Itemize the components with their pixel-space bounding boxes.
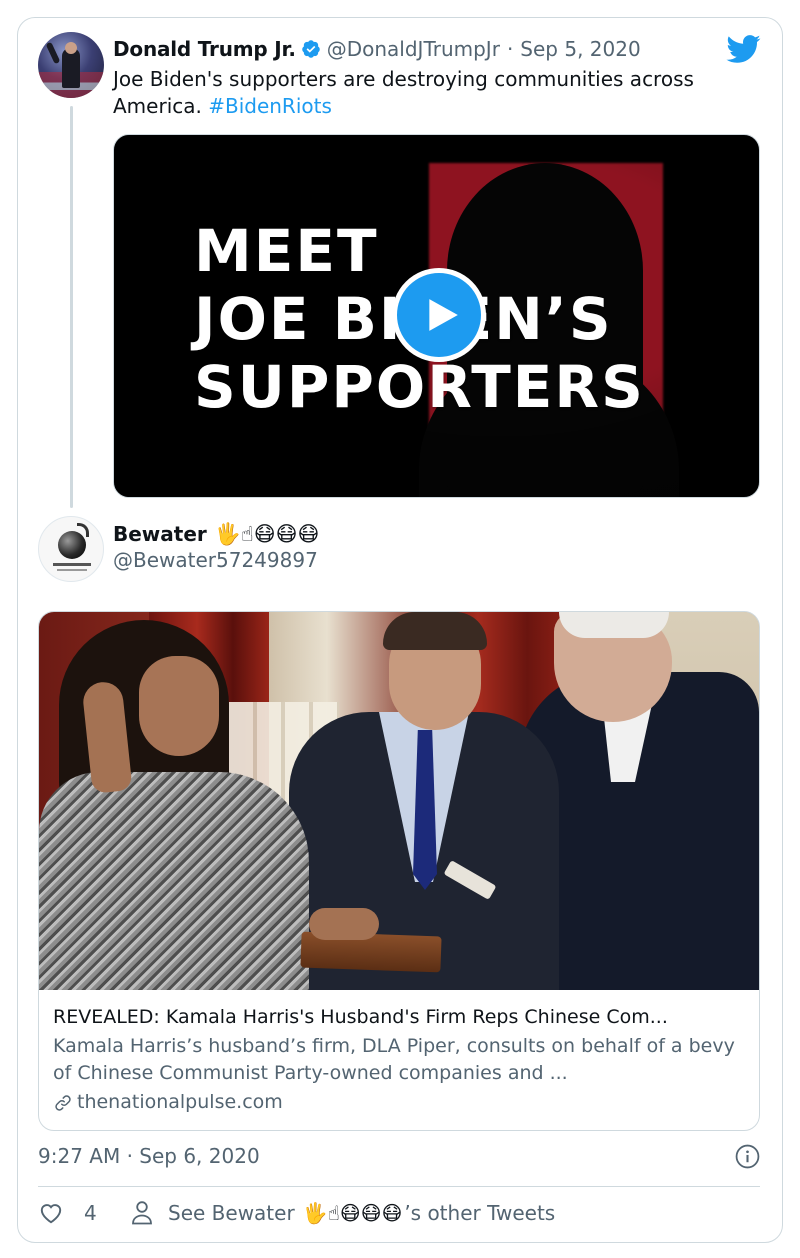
play-icon bbox=[429, 299, 458, 331]
author-name[interactable]: Bewater bbox=[113, 522, 207, 546]
verified-icon bbox=[301, 40, 320, 58]
author-handle[interactable]: @Bewater57249897 bbox=[113, 548, 318, 572]
link-icon bbox=[55, 1094, 71, 1111]
video-title-line: SUPPORTERS bbox=[194, 353, 645, 421]
footer-divider bbox=[38, 1186, 760, 1187]
author-name-emoji: 🖐☝😷😷😷 bbox=[214, 521, 320, 546]
thread-line bbox=[70, 106, 73, 508]
link-preview-meta: REVEALED: Kamala Harris's Husband's Firm… bbox=[53, 1004, 743, 1116]
quoted-tweet-text: Joe Biden's supporters are destroying co… bbox=[113, 66, 753, 120]
link-domain-row: thenationalpulse.com bbox=[53, 1089, 743, 1116]
profile-link-prefix: See Bewater bbox=[168, 1201, 295, 1225]
quoted-author-name[interactable]: Donald Trump Jr. bbox=[113, 37, 296, 61]
donald-trump-jr-avatar[interactable] bbox=[38, 32, 104, 98]
link-preview-image bbox=[39, 612, 759, 990]
header-separator: · bbox=[506, 37, 514, 61]
person-icon bbox=[132, 1201, 152, 1225]
hashtag-link[interactable]: #BidenRiots bbox=[208, 94, 332, 118]
bewater-avatar[interactable] bbox=[38, 516, 104, 582]
quoted-tweet-date[interactable]: Sep 5, 2020 bbox=[520, 37, 640, 61]
profile-link-suffix: ’s other Tweets bbox=[404, 1201, 556, 1225]
link-description: Kamala Harris’s husband’s firm, DLA Pipe… bbox=[53, 1035, 735, 1084]
see-other-tweets-link[interactable]: See Bewater 🖐☝😷😷😷 ’s other Tweets bbox=[130, 1200, 555, 1226]
like-action[interactable]: 4 bbox=[38, 1200, 97, 1226]
author-name-row[interactable]: Bewater 🖐☝😷😷😷 bbox=[113, 520, 319, 548]
info-icon[interactable] bbox=[735, 1144, 760, 1169]
tweet-timestamp[interactable]: 9:27 AM · Sep 6, 2020 bbox=[38, 1144, 260, 1168]
link-title: REVEALED: Kamala Harris's Husband's Firm… bbox=[53, 1006, 668, 1028]
quoted-author-handle[interactable]: @DonaldJTrumpJr bbox=[327, 37, 500, 61]
play-button[interactable] bbox=[392, 268, 486, 362]
profile-link-emoji: 🖐☝😷😷😷 bbox=[302, 1201, 403, 1225]
twitter-bird-icon[interactable] bbox=[725, 34, 761, 64]
like-count: 4 bbox=[84, 1201, 97, 1225]
heart-icon[interactable] bbox=[38, 1200, 64, 1226]
link-domain: thenationalpulse.com bbox=[77, 1091, 283, 1113]
quoted-tweet-header: Donald Trump Jr. @DonaldJTrumpJr · Sep 5… bbox=[113, 34, 641, 64]
quoted-tweet-body: Joe Biden's supporters are destroying co… bbox=[113, 67, 694, 118]
link-preview-card[interactable]: REVEALED: Kamala Harris's Husband's Firm… bbox=[38, 611, 760, 1131]
